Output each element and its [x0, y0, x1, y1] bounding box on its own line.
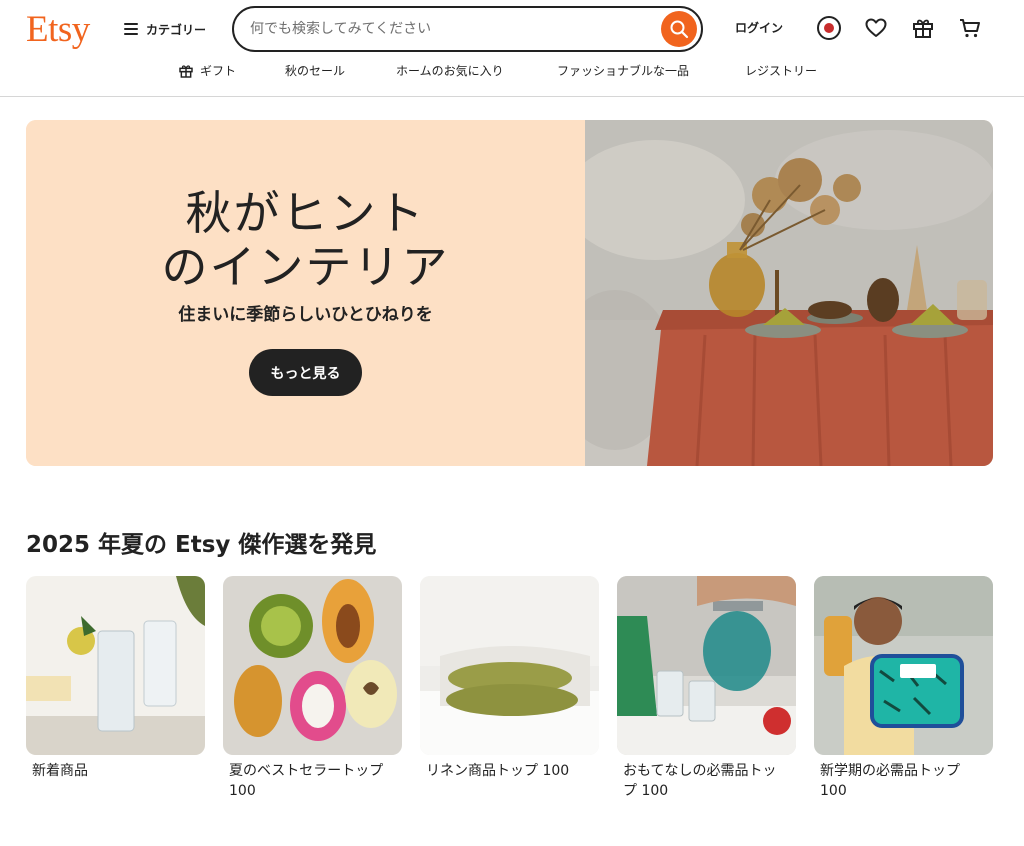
cart-button[interactable]: [956, 14, 984, 42]
card-image: [223, 576, 402, 755]
record-button[interactable]: [815, 14, 843, 42]
search-bar: [232, 6, 703, 52]
login-link[interactable]: ログイン: [735, 19, 783, 36]
card-image: [420, 576, 599, 755]
collection-card-hosting[interactable]: おもてなしの必需品トップ 100: [617, 576, 796, 801]
heart-icon: [865, 18, 887, 37]
gift-button[interactable]: [909, 14, 937, 42]
search-icon: [670, 20, 689, 39]
card-image: [814, 576, 993, 755]
collection-cards: 新着商品 夏のベストセラートップ 100 リネン商品トップ 100 おもてなしの…: [26, 576, 993, 806]
nav-item-home-favorites[interactable]: ホームのお気に入り: [396, 62, 504, 79]
category-nav: ギフト 秋のセール ホームのお気に入り ファッショナブルな一品 レジストリー: [0, 62, 1024, 84]
nav-item-registry[interactable]: レジストリー: [745, 62, 817, 79]
nav-item-label: レジストリー: [745, 64, 818, 78]
search-input[interactable]: [250, 17, 650, 41]
collection-card-summer-bestsellers[interactable]: 夏のベストセラートップ 100: [223, 576, 402, 801]
nav-item-label: ホームのお気に入り: [396, 64, 504, 78]
nav-item-label: ギフト: [200, 64, 237, 78]
etsy-logo[interactable]: Etsy: [26, 8, 90, 51]
categories-label: カテゴリー: [146, 22, 207, 37]
categories-menu-button[interactable]: カテゴリー: [124, 18, 206, 40]
see-more-button[interactable]: もっと見る: [249, 349, 362, 396]
favorites-button[interactable]: [862, 14, 890, 42]
card-label: 新学期の必需品トップ 100: [820, 763, 960, 799]
hero-banner[interactable]: 秋がヒント のインテリア 住まいに季節らしいひとひねりを もっと見る: [26, 120, 993, 466]
collection-card-back-to-school[interactable]: 新学期の必需品トップ 100: [814, 576, 993, 801]
site-header: Etsy カテゴリー ログイン: [0, 0, 1024, 97]
hero-title-line: のインテリア: [161, 240, 450, 294]
card-image: [617, 576, 796, 755]
nav-item-fashion[interactable]: ファッショナブルな一品: [557, 62, 689, 79]
card-label: リネン商品トップ 100: [426, 763, 570, 779]
hero-title-line: 秋がヒント: [185, 186, 426, 240]
hero-title: 秋がヒント のインテリア: [26, 186, 585, 294]
search-button[interactable]: [661, 11, 697, 47]
record-icon: [817, 16, 841, 40]
hero-subtitle: 住まいに季節らしいひとひねりを: [178, 305, 433, 325]
hero-image-autumn-table: [585, 120, 993, 466]
section-title: 2025 年夏の Etsy 傑作選を発見: [26, 532, 377, 558]
card-label: 夏のベストセラートップ 100: [229, 763, 384, 799]
card-label: 新着商品: [32, 763, 88, 779]
collection-card-new-arrivals[interactable]: 新着商品: [26, 576, 205, 781]
gift-icon: [179, 64, 193, 78]
hero-text-panel: 秋がヒント のインテリア 住まいに季節らしいひとひねりを もっと見る: [26, 120, 585, 466]
nav-item-gifts[interactable]: ギフト: [178, 62, 236, 79]
card-label: おもてなしの必需品トップ 100: [623, 763, 777, 799]
gift-icon: [913, 19, 933, 38]
card-image: [26, 576, 205, 755]
cart-icon: [960, 19, 980, 38]
nav-item-label: ファッショナブルな一品: [557, 64, 690, 78]
hamburger-icon: [124, 23, 138, 35]
collection-card-linen[interactable]: リネン商品トップ 100: [420, 576, 599, 781]
nav-item-label: 秋のセール: [285, 64, 346, 78]
nav-item-autumn-sale[interactable]: 秋のセール: [285, 62, 345, 79]
